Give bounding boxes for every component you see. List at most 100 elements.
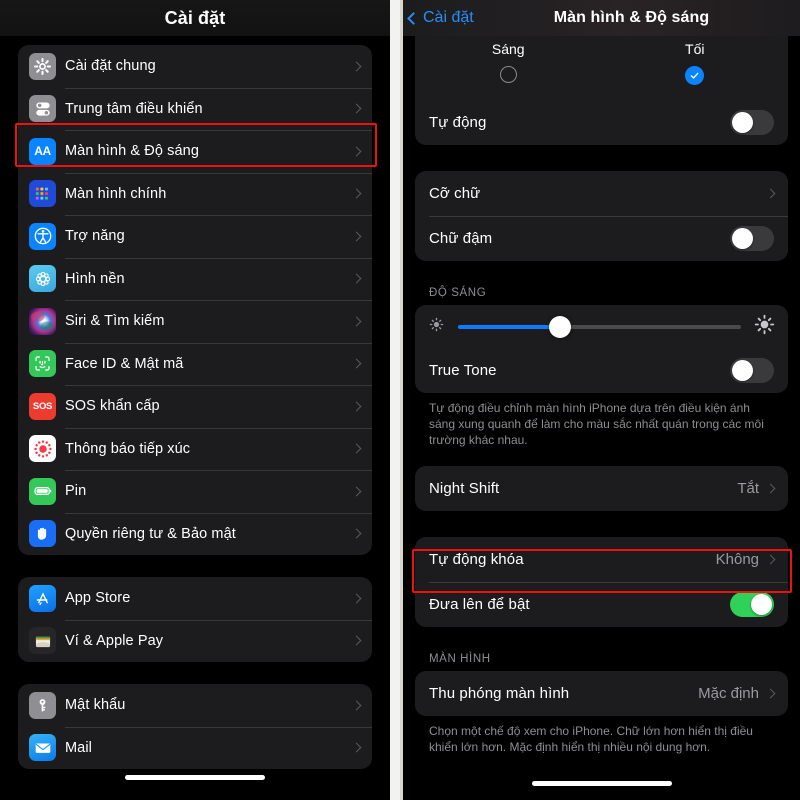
- display-zoom-group: Thu phóng màn hình Mặc định: [415, 671, 788, 716]
- auto-lock-row[interactable]: Tự động khóa Không: [415, 537, 788, 582]
- bold-text-label: Chữ đậm: [429, 230, 493, 247]
- display-section-header: MÀN HÌNH: [429, 653, 491, 665]
- text-settings-group: Cỡ chữ Chữ đậm: [415, 171, 788, 261]
- brightness-slider-fill: [458, 324, 560, 329]
- display-aa-icon: AA: [29, 137, 56, 165]
- home-indicator-left: [125, 775, 265, 780]
- settings-scroll-area[interactable]: Cài đặt chung Trung tâm điều khiển AA Mà…: [0, 45, 390, 769]
- sidebar-item-display-brightness[interactable]: AA Màn hình & Độ sáng: [18, 130, 372, 173]
- chevron-left-icon: [407, 11, 420, 25]
- sidebar-item-label: Pin: [65, 483, 87, 500]
- text-size-row[interactable]: Cỡ chữ: [415, 171, 788, 216]
- display-brightness-detail-panel: Cài đặt Màn hình & Độ sáng Sáng Tối Tự đ: [400, 0, 800, 800]
- display-zoom-row[interactable]: Thu phóng màn hình Mặc định: [415, 671, 788, 716]
- brightness-low-icon: [427, 315, 446, 339]
- sidebar-item-label: Thông báo tiếp xúc: [65, 440, 191, 457]
- dual-phone-screenshot: Cài đặt Cài đặt chung Trung tâm điều khi…: [0, 0, 800, 800]
- settings-list-panel: Cài đặt Cài đặt chung Trung tâm điều khi…: [0, 0, 390, 800]
- sidebar-item-accessibility[interactable]: Trợ năng: [18, 215, 372, 258]
- panel-divider: [390, 0, 400, 800]
- brightness-slider-thumb[interactable]: [548, 315, 571, 338]
- raise-to-wake-row[interactable]: Đưa lên để bật: [415, 582, 788, 627]
- sidebar-item-general[interactable]: Cài đặt chung: [18, 45, 372, 88]
- radio-selected-check-icon[interactable]: [685, 66, 705, 85]
- chevron-right-icon: [351, 316, 362, 327]
- automatic-toggle[interactable]: [730, 110, 774, 135]
- sidebar-item-label: Face ID & Mật mã: [65, 355, 184, 372]
- sidebar-item-battery[interactable]: Pin: [18, 470, 372, 513]
- chevron-right-icon: [765, 188, 776, 199]
- raise-to-wake-toggle[interactable]: [730, 592, 774, 617]
- night-shift-row[interactable]: Night Shift Tắt: [415, 466, 788, 511]
- toggle-knob: [750, 593, 773, 616]
- settings-group-system: Cài đặt chung Trung tâm điều khiển AA Mà…: [18, 45, 372, 555]
- brightness-slider-row[interactable]: [415, 305, 788, 348]
- true-tone-row[interactable]: True Tone: [415, 348, 788, 393]
- settings-group-accounts: Mật khẩu Mail: [18, 684, 372, 769]
- display-zoom-value: Mặc định: [698, 685, 759, 702]
- lock-group: Tự động khóa Không Đưa lên để bật: [415, 537, 788, 627]
- chevron-right-icon: [351, 103, 362, 114]
- sidebar-item-passwords[interactable]: Mật khẩu: [18, 684, 372, 727]
- battery-icon: [29, 477, 56, 505]
- chevron-right-icon: [351, 528, 362, 539]
- appearance-picker[interactable]: Sáng Tối: [415, 36, 788, 100]
- siri-icon: [29, 307, 56, 335]
- chevron-right-icon: [351, 443, 362, 454]
- sidebar-item-label: Trợ năng: [65, 228, 125, 245]
- mail-icon: [29, 734, 56, 762]
- app-store-icon: [29, 584, 56, 612]
- chevron-right-icon: [351, 231, 362, 242]
- display-zoom-label: Thu phóng màn hình: [429, 685, 570, 702]
- toggle-knob: [731, 359, 754, 382]
- bold-text-toggle[interactable]: [730, 226, 774, 251]
- sidebar-item-siri-search[interactable]: Siri & Tìm kiếm: [18, 300, 372, 343]
- bold-text-row[interactable]: Chữ đậm: [415, 216, 788, 261]
- key-icon: [29, 691, 56, 719]
- sidebar-item-faceid-passcode[interactable]: Face ID & Mật mã: [18, 342, 372, 386]
- accessibility-icon: [29, 222, 56, 250]
- chevron-right-icon: [351, 401, 362, 412]
- night-shift-label: Night Shift: [429, 480, 500, 497]
- appearance-option-dark[interactable]: Tối: [602, 38, 789, 100]
- sidebar-item-label: Màn hình & Độ sáng: [65, 143, 199, 160]
- toggle-knob: [731, 111, 754, 134]
- back-button-label: Cài đặt: [423, 9, 474, 26]
- sidebar-item-label: SOS khẩn cấp: [65, 398, 160, 415]
- chevron-right-icon: [351, 593, 362, 604]
- sidebar-item-wallet-apple-pay[interactable]: Ví & Apple Pay: [18, 619, 372, 663]
- chevron-right-icon: [351, 700, 362, 711]
- true-tone-label: True Tone: [429, 362, 497, 379]
- appearance-option-light[interactable]: Sáng: [415, 38, 602, 100]
- right-navbar: Cài đặt Màn hình & Độ sáng: [403, 0, 800, 36]
- chevron-right-icon: [351, 61, 362, 72]
- display-zoom-footer-text: Chọn một chế độ xem cho iPhone. Chữ lớn …: [429, 724, 753, 754]
- back-button[interactable]: Cài đặt: [407, 9, 474, 27]
- chevron-right-icon: [765, 688, 776, 699]
- left-nav-title: Cài đặt: [164, 7, 226, 28]
- brightness-section-header: ĐỘ SÁNG: [429, 287, 487, 299]
- sidebar-item-wallpaper[interactable]: Hình nền: [18, 257, 372, 301]
- sidebar-item-label: Quyền riêng tư & Bảo mật: [65, 525, 236, 542]
- brightness-high-icon: [753, 313, 776, 341]
- chevron-right-icon: [351, 146, 362, 157]
- appearance-group: Sáng Tối Tự động: [415, 36, 788, 145]
- automatic-appearance-row[interactable]: Tự động: [415, 100, 788, 145]
- exposure-icon: [29, 435, 56, 463]
- sidebar-item-emergency-sos[interactable]: SOS SOS khẩn cấp: [18, 385, 372, 428]
- sidebar-item-mail[interactable]: Mail: [18, 726, 372, 770]
- sidebar-item-label: Mật khẩu: [65, 697, 126, 714]
- sidebar-item-app-store[interactable]: App Store: [18, 577, 372, 620]
- appearance-dark-label: Tối: [685, 41, 705, 57]
- true-tone-toggle[interactable]: [730, 358, 774, 383]
- sidebar-item-control-center[interactable]: Trung tâm điều khiển: [18, 87, 372, 131]
- sidebar-item-home-screen[interactable]: Màn hình chính: [18, 172, 372, 216]
- chevron-right-icon: [351, 188, 362, 199]
- auto-lock-label: Tự động khóa: [429, 551, 524, 568]
- radio-unselected-icon[interactable]: [499, 66, 517, 83]
- sidebar-item-privacy-security[interactable]: Quyền riêng tư & Bảo mật: [18, 512, 372, 556]
- sidebar-item-exposure-notifications[interactable]: Thông báo tiếp xúc: [18, 427, 372, 471]
- brightness-slider-track[interactable]: [458, 315, 741, 338]
- text-size-label: Cỡ chữ: [429, 185, 481, 202]
- chevron-right-icon: [765, 554, 776, 565]
